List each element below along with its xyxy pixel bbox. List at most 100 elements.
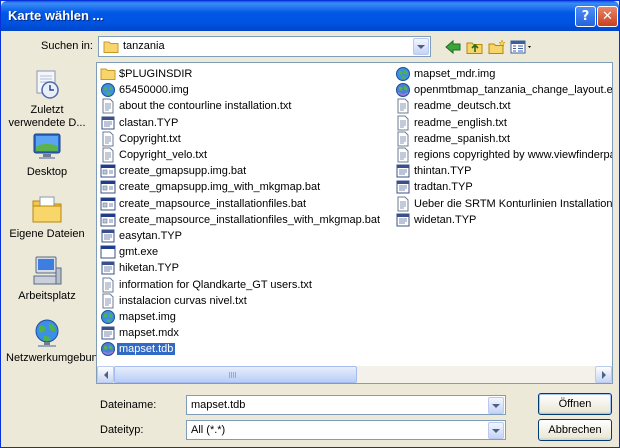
- folder-icon: [103, 41, 119, 53]
- cancel-button[interactable]: Abbrechen: [538, 419, 612, 441]
- lookin-value: tanzania: [123, 40, 165, 52]
- up-folder-button[interactable]: [465, 37, 485, 57]
- file-item[interactable]: hiketan.TYP: [100, 260, 380, 276]
- file-text-icon: [395, 98, 411, 114]
- file-open-dialog: Karte wählen ... ? ✕ Suchen in: tanzania: [0, 0, 620, 448]
- filename-input[interactable]: mapset.tdb: [186, 395, 506, 415]
- file-typ-icon: [100, 115, 116, 131]
- help-button[interactable]: ?: [575, 6, 596, 27]
- back-button[interactable]: [443, 37, 463, 57]
- file-name: mapset_mdr.img: [414, 68, 496, 81]
- file-name: create_mapsource_installationfiles_with_…: [119, 213, 381, 226]
- file-typ-icon: [395, 163, 411, 179]
- file-item[interactable]: about the contourline installation.txt: [100, 98, 380, 114]
- file-name: widetan.TYP: [414, 213, 477, 226]
- file-bat-icon: [100, 212, 116, 228]
- file-name: create_gmapsupp.img_with_mkgmap.bat: [119, 181, 321, 194]
- network-places-icon: [35, 319, 59, 347]
- place-recent[interactable]: Zuletzt verwendete D...: [6, 68, 88, 130]
- help-icon: ?: [581, 9, 590, 24]
- file-name: easytan.TYP: [119, 229, 182, 242]
- filetype-dropdown[interactable]: All (*.*): [186, 420, 506, 440]
- file-item[interactable]: mapset_mdr.img: [395, 66, 612, 82]
- file-text-icon: [100, 98, 116, 114]
- file-item[interactable]: readme_english.txt: [395, 115, 612, 131]
- file-text-icon: [395, 147, 411, 163]
- file-name: readme_deutsch.txt: [414, 100, 511, 113]
- file-item[interactable]: $PLUGINSDIR: [100, 66, 380, 82]
- file-name: mapset.img: [119, 310, 176, 323]
- file-item[interactable]: gmt.exe: [100, 244, 380, 260]
- file-typ-icon: [100, 325, 116, 341]
- file-item[interactable]: mapset.tdb: [100, 341, 380, 357]
- close-button[interactable]: ✕: [597, 6, 618, 27]
- file-item[interactable]: widetan.TYP: [395, 212, 612, 228]
- file-item[interactable]: information for Qlandkarte_GT users.txt: [100, 276, 380, 293]
- file-item[interactable]: create_gmapsupp.img_with_mkgmap.bat: [100, 179, 380, 195]
- my-documents-icon: [32, 196, 62, 223]
- filetype-label: Dateityp:: [100, 424, 144, 436]
- file-name: clastan.TYP: [119, 116, 179, 129]
- lookin-dropdown[interactable]: tanzania: [98, 36, 431, 57]
- scroll-right-icon[interactable]: [595, 366, 612, 383]
- file-text-icon: [100, 277, 116, 293]
- horizontal-scrollbar[interactable]: [97, 366, 612, 383]
- file-text-icon: [100, 131, 116, 147]
- file-item[interactable]: readme_spanish.txt: [395, 131, 612, 147]
- file-column-1: $PLUGINSDIR 65450000.img about the contour…: [100, 66, 380, 357]
- open-button[interactable]: Öffnen: [538, 393, 612, 415]
- new-folder-button[interactable]: [487, 37, 507, 57]
- chevron-down-icon[interactable]: [488, 397, 504, 414]
- chevron-down-icon[interactable]: [413, 38, 429, 55]
- file-item[interactable]: Copyright.txt: [100, 131, 380, 147]
- places-bar: Zuletzt verwendete D... Desktop Eigene D…: [6, 62, 104, 384]
- file-item[interactable]: instalacion curvas nivel.txt: [100, 293, 380, 309]
- file-name: mapset.mdx: [119, 327, 179, 340]
- file-text-icon: [100, 147, 116, 163]
- file-name: thintan.TYP: [414, 165, 472, 178]
- file-bat-icon: [100, 179, 116, 195]
- file-item[interactable]: regions copyrighted by www.viewfinderpar: [395, 147, 613, 163]
- file-item[interactable]: Copyright_velo.txt: [100, 147, 380, 163]
- file-name: regions copyrighted by www.viewfinderpar: [414, 149, 613, 162]
- file-item[interactable]: create_gmapsupp.img.bat: [100, 163, 380, 179]
- place-my-documents[interactable]: Eigene Dateien: [6, 192, 88, 241]
- file-item[interactable]: create_mapsource_installationfiles_with_…: [100, 212, 380, 228]
- file-name: create_gmapsupp.img.bat: [119, 165, 247, 178]
- window-title: Karte wählen ...: [8, 8, 104, 23]
- filetype-value: All (*.*): [191, 424, 226, 436]
- place-my-computer[interactable]: Arbeitsplatz: [6, 254, 88, 303]
- file-item[interactable]: Ueber die SRTM Konturlinien Installation…: [395, 196, 612, 212]
- file-item[interactable]: openmtbmap_tanzania_change_layout.exe: [395, 82, 612, 98]
- place-label: Zuletzt verwendete D...: [8, 104, 86, 129]
- file-name: mapset.tdb: [117, 343, 176, 356]
- file-name: hiketan.TYP: [119, 262, 179, 275]
- scroll-left-icon[interactable]: [97, 366, 114, 383]
- file-name: Copyright_velo.txt: [119, 149, 208, 162]
- file-item[interactable]: thintan.TYP: [395, 163, 612, 179]
- file-typ-icon: [100, 260, 116, 276]
- views-menu-button[interactable]: [509, 37, 535, 57]
- file-exe-icon: [100, 244, 116, 260]
- file-typ-icon: [395, 212, 411, 228]
- file-column-2: mapset_mdr.img openmtbmap_tanzania_change…: [395, 66, 613, 228]
- desktop-icon: [33, 133, 61, 159]
- file-item[interactable]: mapset.mdx: [100, 325, 380, 341]
- file-item[interactable]: tradtan.TYP: [395, 179, 612, 195]
- file-item[interactable]: 65450000.img: [100, 82, 380, 98]
- place-label: Arbeitsplatz: [18, 290, 76, 302]
- file-item[interactable]: readme_deutsch.txt: [395, 98, 612, 114]
- file-list[interactable]: $PLUGINSDIR 65450000.img about the contour…: [96, 62, 613, 384]
- place-network[interactable]: Netzwerkumgebung: [6, 316, 104, 365]
- file-item[interactable]: create_mapsource_installationfiles.bat: [100, 196, 380, 212]
- place-desktop[interactable]: Desktop: [6, 130, 88, 179]
- title-bar[interactable]: Karte wählen ... ? ✕: [1, 1, 619, 31]
- file-item[interactable]: easytan.TYP: [100, 228, 380, 244]
- file-item[interactable]: mapset.img: [100, 309, 380, 325]
- scrollbar-thumb[interactable]: [114, 366, 357, 383]
- file-text-icon: [395, 115, 411, 131]
- folder-icon: [100, 66, 116, 82]
- file-item[interactable]: clastan.TYP: [100, 115, 380, 131]
- chevron-down-icon[interactable]: [488, 422, 504, 439]
- place-label: Desktop: [26, 166, 68, 178]
